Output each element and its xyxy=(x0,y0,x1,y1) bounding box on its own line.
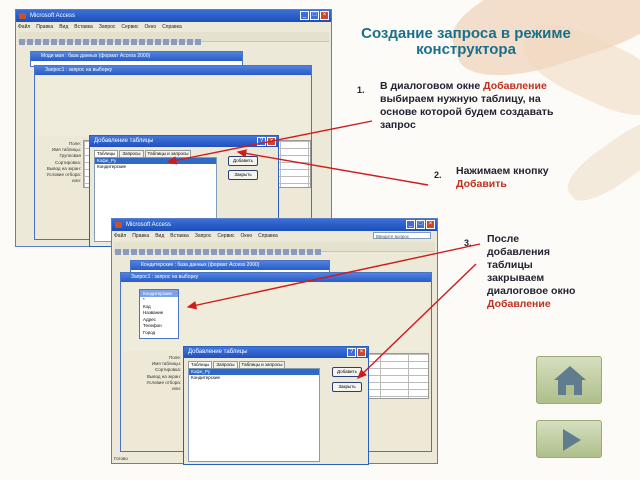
query-window-title: Запрос1 : запрос на выборку xyxy=(35,66,311,75)
window-title: Microsoft Access xyxy=(30,13,76,19)
grid-row-labels: Поле: Имя таблицы: Сортировка: Вывод на экр… xyxy=(146,355,181,392)
menu-bar: Файл Правка Вид Вставка Запрос Сервис Ок… xyxy=(18,23,329,31)
play-arrow-icon xyxy=(563,429,581,451)
step-number: 1. xyxy=(357,85,365,95)
access-app-icon xyxy=(19,13,26,19)
database-window-title: Моди мая : база данных (формат Access 20… xyxy=(31,52,242,61)
field-list-kondit[interactable]: Кондитерские * Код Название Адрес Телефо… xyxy=(139,289,179,339)
tab-tables[interactable]: Таблицы xyxy=(188,361,213,368)
home-button[interactable] xyxy=(536,356,602,404)
field-item[interactable]: Город xyxy=(140,330,178,337)
add-table-dialog: Добавление таблицы ? × Таблицы Запросы Та… xyxy=(183,346,369,465)
next-button[interactable] xyxy=(536,420,602,458)
menu-window[interactable]: Окно xyxy=(145,23,157,31)
add-button[interactable]: Добавить xyxy=(228,156,258,166)
tab-tables[interactable]: Таблицы xyxy=(94,150,119,157)
table-list[interactable]: Кофе_Ру Кондитерские xyxy=(188,368,320,462)
access-window-2: Microsoft Access _ □ × Файл Правка Вид Вст… xyxy=(111,218,438,465)
close-dialog-button[interactable]: Закрыть xyxy=(228,170,258,180)
close-button[interactable]: × xyxy=(426,220,435,229)
menu-view[interactable]: Вид xyxy=(155,232,164,240)
tab-queries[interactable]: Запросы xyxy=(213,361,238,368)
menu-bar: Файл Правка Вид Вставка Запрос Сервис Ок… xyxy=(114,232,367,240)
close-button[interactable]: × xyxy=(320,11,329,20)
menu-tools[interactable]: Сервис xyxy=(121,23,138,31)
maximize-button[interactable]: □ xyxy=(416,220,425,229)
minimize-button[interactable]: _ xyxy=(300,11,309,20)
tab-tables-and-queries[interactable]: Таблицы и запросы xyxy=(144,150,192,157)
tab-tables-and-queries[interactable]: Таблицы и запросы xyxy=(238,361,286,368)
step-number: 2. xyxy=(434,170,442,180)
help-button[interactable]: ? xyxy=(257,137,266,146)
toolbar xyxy=(114,242,435,255)
dialog-close-button[interactable]: × xyxy=(357,348,366,357)
dialog-tabs: Таблицы Запросы Таблицы и запросы xyxy=(94,150,192,157)
menu-view[interactable]: Вид xyxy=(59,23,68,31)
list-item[interactable]: Кондитерские xyxy=(189,375,319,381)
help-button[interactable]: ? xyxy=(347,348,356,357)
dialog-title: Добавление таблицы xyxy=(184,347,368,358)
tab-queries[interactable]: Запросы xyxy=(119,150,144,157)
title-bar: Microsoft Access xyxy=(112,219,437,231)
step-number: 3. xyxy=(464,238,472,248)
toolbar xyxy=(18,32,329,45)
step-3-text: После добавления таблицы закрываем диало… xyxy=(487,233,576,310)
menu-window[interactable]: Окно xyxy=(241,232,253,240)
home-icon xyxy=(554,366,586,395)
menu-query[interactable]: Запрос xyxy=(195,232,212,240)
query-window-title: Запрос1 : запрос на выборку xyxy=(121,273,431,282)
dialog-tabs: Таблицы Запросы Таблицы и запросы xyxy=(188,361,286,368)
slide-title: Создание запроса в режиме конструктора xyxy=(361,25,571,58)
window-title: Microsoft Access xyxy=(126,222,172,228)
close-dialog-button[interactable]: Закрыть xyxy=(332,382,362,392)
menu-file[interactable]: Файл xyxy=(114,232,126,240)
table-area xyxy=(37,76,309,136)
dialog-close-button[interactable]: × xyxy=(267,137,276,146)
dialog-title: Добавление таблицы xyxy=(90,136,278,147)
maximize-button[interactable]: □ xyxy=(310,11,319,20)
step-1-text: В диалоговом окне Добавление выбираем ну… xyxy=(380,80,554,131)
database-window-title: Кондитерские : база данных (формат Acces… xyxy=(131,261,329,270)
access-window-1: Microsoft Access _ □ × Файл Правка Вид Вст… xyxy=(15,9,332,247)
menu-edit[interactable]: Правка xyxy=(132,232,149,240)
help-search-input[interactable]: Введите вопрос xyxy=(373,232,431,239)
menu-edit[interactable]: Правка xyxy=(36,23,53,31)
list-item[interactable]: Кондитерские xyxy=(95,164,216,170)
title-bar: Microsoft Access xyxy=(16,10,331,22)
minimize-button[interactable]: _ xyxy=(406,220,415,229)
menu-query[interactable]: Запрос xyxy=(99,23,116,31)
menu-insert[interactable]: Вставка xyxy=(170,232,189,240)
menu-help[interactable]: Справка xyxy=(162,23,182,31)
step-2-text: Нажимаем кнопку Добавить xyxy=(456,165,549,190)
menu-tools[interactable]: Сервис xyxy=(217,232,234,240)
menu-insert[interactable]: Вставка xyxy=(74,23,93,31)
menu-help[interactable]: Справка xyxy=(258,232,278,240)
access-app-icon xyxy=(115,222,122,228)
grid-row-labels: Поле: Имя таблицы: Групповая Сортировка: Выв… xyxy=(46,141,81,184)
menu-file[interactable]: Файл xyxy=(18,23,30,31)
field-list-title: Кондитерские xyxy=(140,290,178,297)
add-button[interactable]: Добавить xyxy=(332,367,362,377)
